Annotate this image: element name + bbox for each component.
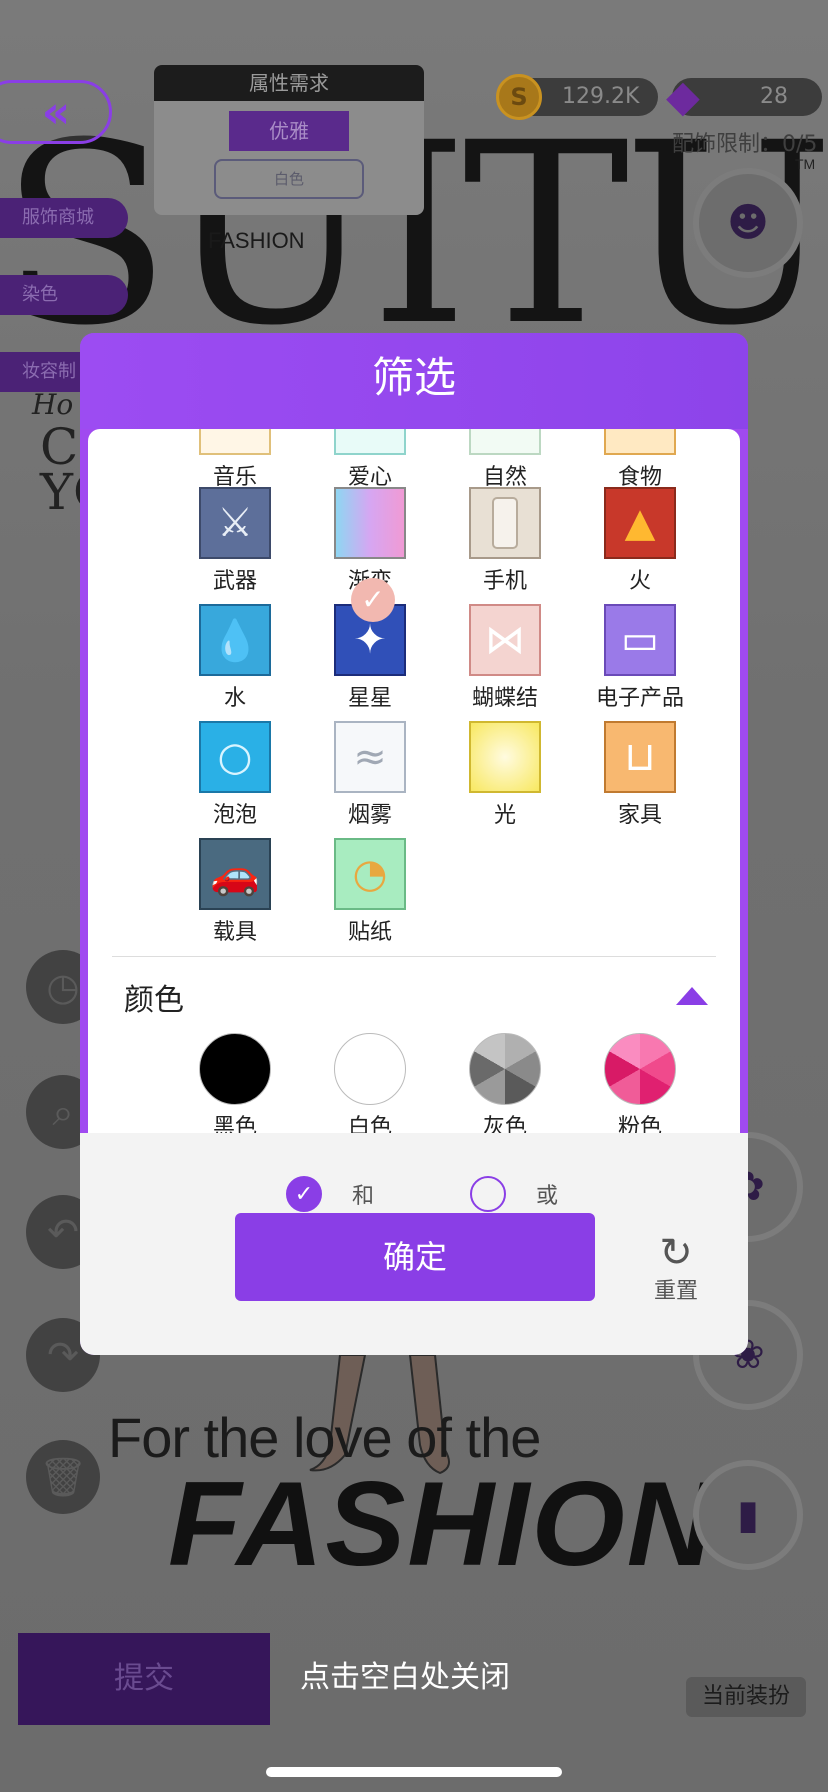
back-button[interactable]: «	[0, 80, 112, 144]
category-makeup-button[interactable]: ▮	[693, 1460, 803, 1570]
attribute-sub-tag: 白色	[214, 159, 364, 199]
double-chevron-left-icon: «	[41, 86, 71, 138]
trademark-mark: TM	[795, 156, 816, 172]
filter-option-furniture[interactable]: ⊔ 家具	[575, 721, 705, 829]
filter-option-bubbles[interactable]: ○ 泡泡	[170, 721, 300, 829]
coin-balance[interactable]: S 129.2K	[496, 74, 658, 120]
cover-text-ho: Ho	[32, 388, 74, 421]
gem-balance[interactable]: ◆ 28	[666, 72, 822, 122]
attribute-tag: 优雅	[229, 111, 349, 151]
unchecked-radio-icon	[470, 1176, 506, 1212]
gem-amount: 28	[760, 84, 788, 109]
filter-option-bow[interactable]: ⋈ 蝴蝶结	[440, 604, 570, 712]
confirm-button[interactable]: 确定	[235, 1213, 595, 1301]
gem-icon: ◆	[666, 71, 700, 122]
filter-option-nature[interactable]: 自然	[440, 429, 570, 491]
attribute-requirement-panel: 属性需求 优雅 白色	[154, 65, 424, 215]
filter-option-light[interactable]: 光	[440, 721, 570, 829]
gray-swatch	[469, 1033, 541, 1105]
logic-option-or[interactable]: 或	[470, 1176, 558, 1212]
magazine-subtitle: FASHION	[208, 228, 305, 253]
filter-modal-title: 筛选	[80, 333, 748, 429]
refresh-icon: ↻	[659, 1230, 693, 1276]
current-outfit-button[interactable]: 当前装扮	[686, 1677, 806, 1717]
submit-button[interactable]: 提交	[18, 1633, 270, 1725]
redo-arrow-icon: ↷	[47, 1333, 79, 1377]
filter-option-stars[interactable]: ✓ ✦ 星星	[305, 578, 435, 712]
color-option-gray[interactable]: 灰色	[440, 1033, 570, 1133]
pink-swatch	[604, 1033, 676, 1105]
side-tab-dye[interactable]: 染色	[0, 275, 128, 315]
home-indicator[interactable]	[266, 1767, 562, 1777]
filter-option-fire[interactable]: ▲ 火	[575, 487, 705, 595]
filter-modal: 筛选 音乐 爱心 自然 食物 ⚔ 武器 渐变	[80, 333, 748, 1355]
bubbles-icon: ○	[199, 721, 271, 793]
trash-icon: 🗑	[38, 1454, 88, 1499]
section-divider	[112, 956, 716, 957]
phone-icon	[469, 487, 541, 559]
filter-modal-footer: ✓ 和 或 确定 ↻ 重置	[80, 1133, 748, 1355]
furniture-icon: ⊔	[604, 721, 676, 793]
color-option-black[interactable]: 黑色	[170, 1033, 300, 1133]
bow-icon: ⋈	[469, 604, 541, 676]
selected-check-icon: ✓	[351, 578, 395, 622]
filter-scroll-area[interactable]: 音乐 爱心 自然 食物 ⚔ 武器 渐变 手机 ▲	[88, 429, 740, 1133]
heart-icon	[334, 429, 406, 455]
undo-arrow-icon: ↶	[47, 1210, 79, 1254]
coin-amount: 129.2K	[562, 84, 640, 109]
filter-option-sticker[interactable]: ◔ 贴纸	[305, 838, 435, 946]
music-icon	[199, 429, 271, 455]
side-tab-clothing-shop[interactable]: 服饰商城	[0, 198, 128, 238]
color-section-title: 颜色	[124, 983, 184, 1018]
category-hair-button[interactable]: ☻	[693, 168, 803, 278]
delete-button[interactable]: 🗑	[26, 1440, 100, 1514]
crossed-swords-icon: ⚔	[199, 487, 271, 559]
color-option-white[interactable]: 白色	[305, 1033, 435, 1133]
white-swatch	[334, 1033, 406, 1105]
filter-option-food[interactable]: 食物	[575, 429, 705, 491]
filter-option-smoke[interactable]: ≈ 烟雾	[305, 721, 435, 829]
filter-option-weapon[interactable]: ⚔ 武器	[170, 487, 300, 595]
close-hint-text: 点击空白处关闭	[300, 1660, 510, 1695]
filter-option-water[interactable]: 💧 水	[170, 604, 300, 712]
hair-profile-icon: ☻	[727, 200, 769, 246]
cover-fashion-word: FASHION	[168, 1457, 716, 1591]
black-swatch	[199, 1033, 271, 1105]
electronics-icon: ▭	[604, 604, 676, 676]
color-option-pink[interactable]: 粉色	[575, 1033, 705, 1133]
water-icon: 💧	[199, 604, 271, 676]
smoke-icon: ≈	[334, 721, 406, 793]
collapse-arrow-icon[interactable]	[676, 987, 708, 1005]
clock-icon: ◷	[46, 965, 80, 1009]
checked-radio-icon: ✓	[286, 1176, 322, 1212]
fire-icon: ▲	[604, 487, 676, 559]
light-icon	[469, 721, 541, 793]
attribute-panel-title: 属性需求	[154, 65, 424, 101]
reset-button[interactable]: ↻ 重置	[646, 1233, 706, 1305]
filter-option-electronics[interactable]: ▭ 电子产品	[575, 604, 705, 712]
accessory-limit: 配饰限制：0/5	[672, 132, 818, 157]
food-icon	[604, 429, 676, 455]
magnifier-icon: ⌕	[52, 1089, 74, 1134]
lipstick-icon: ▮	[736, 1492, 759, 1538]
logic-option-and[interactable]: ✓ 和	[286, 1176, 374, 1212]
filter-option-heart[interactable]: 爱心	[305, 429, 435, 491]
filter-option-phone[interactable]: 手机	[440, 487, 570, 595]
leaf-icon	[469, 429, 541, 455]
sticker-icon: ◔	[334, 838, 406, 910]
vehicle-icon: 🚗	[199, 838, 271, 910]
coin-icon: S	[496, 74, 542, 120]
filter-option-vehicle[interactable]: 🚗 载具	[170, 838, 300, 946]
gradient-icon	[334, 487, 406, 559]
filter-option-music[interactable]: 音乐	[170, 429, 300, 491]
